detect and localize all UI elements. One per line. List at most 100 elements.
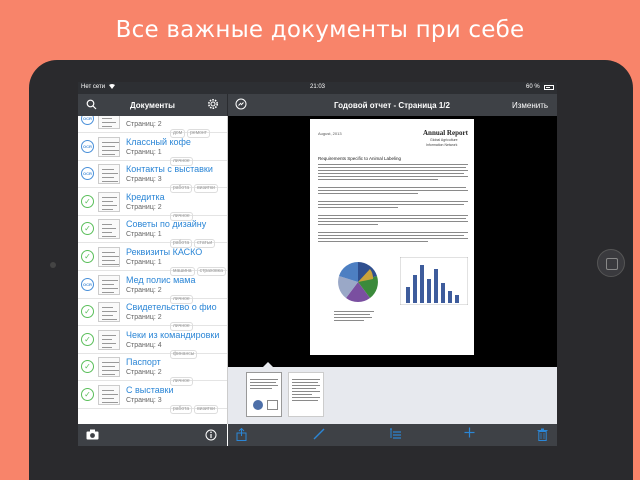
nav-bar: Документы Годовой отчет - Страница 1/2 И… — [78, 94, 557, 116]
page-org-line1: Global Agriculture — [430, 138, 458, 142]
document-row[interactable]: OCR Страниц: 2 дом ремонт — [78, 116, 227, 138]
wifi-icon — [108, 83, 116, 92]
document-page-count: Страниц: 1 — [126, 148, 162, 156]
promo-headline: Все важные документы при себе — [115, 17, 525, 43]
status-bar: Нет сети 21:03 60 % — [78, 82, 557, 94]
document-thumbnail — [98, 136, 120, 157]
document-page-count: Страниц: 4 — [126, 341, 162, 349]
document-thumbnail — [98, 385, 120, 405]
page-date: August, 2013 — [318, 131, 342, 136]
document-row[interactable]: ✓ Паспорт Страниц: 2 личное — [78, 354, 227, 387]
document-tags: работа визитки — [170, 397, 220, 415]
gear-icon[interactable] — [207, 98, 219, 112]
check-icon: ✓ — [81, 305, 94, 319]
search-icon[interactable] — [86, 99, 97, 112]
document-name: Чеки из командировки — [126, 329, 220, 340]
text-line — [318, 238, 468, 239]
pen-icon[interactable] — [313, 428, 325, 442]
document-row[interactable]: OCR Классный кофе Страниц: 1 личное — [78, 134, 227, 166]
text-line — [318, 170, 468, 171]
camera-icon[interactable] — [86, 429, 99, 442]
document-row[interactable]: OCR Мед полис мама Страниц: 2 личное — [78, 272, 227, 304]
document-list: OCR Страниц: 2 дом ремонт OCR Классный кофе Ст… — [78, 116, 228, 424]
document-page-count: Страниц: 2 — [126, 203, 162, 211]
ocr-status-icon: OCR — [81, 116, 94, 125]
document-row[interactable]: ✓ С выставки Страниц: 3 работа визитки — [78, 382, 227, 414]
text-line — [318, 215, 468, 216]
text-line — [318, 232, 468, 233]
page-thumbnail-2[interactable] — [288, 372, 324, 417]
document-page-count: Страниц: 2 — [126, 314, 162, 322]
trash-icon[interactable] — [537, 428, 548, 443]
tag-badge[interactable]: визитки — [194, 405, 218, 414]
document-row[interactable]: ✓ Реквизиты КАСКО Страниц: 1 машина страховк… — [78, 244, 227, 276]
ocr-status-icon: OCR — [81, 167, 94, 181]
battery-text: 60 % — [526, 84, 540, 90]
app-screen: Нет сети 21:03 60 % Документы Годовой от… — [78, 82, 557, 446]
document-row[interactable]: OCR Контакты с выставки Страниц: 3 работа ви… — [78, 161, 227, 194]
text-line — [318, 218, 466, 219]
document-row[interactable]: ✓ Кредитка Страниц: 2 личное — [78, 189, 227, 221]
viewer-toolbar — [228, 424, 557, 446]
document-page-count: Страниц: 1 — [126, 231, 162, 239]
check-icon: ✓ — [81, 222, 94, 236]
page-thumbnails — [228, 362, 557, 424]
sidebar-toolbar — [78, 424, 227, 446]
reorder-icon[interactable] — [389, 428, 402, 442]
text-line — [318, 201, 468, 202]
text-line — [318, 167, 466, 168]
document-name: Советы по дизайну — [126, 219, 207, 230]
document-name: Паспорт — [126, 357, 161, 368]
text-line — [318, 241, 428, 242]
document-name: С выставки — [126, 385, 174, 395]
check-icon: ✓ — [81, 332, 94, 346]
documents-title: Документы — [130, 101, 175, 110]
edit-button[interactable]: Изменить — [512, 101, 548, 110]
text-line — [318, 176, 468, 177]
document-row[interactable]: ✓ Свидетельство о фио Страниц: 2 личное — [78, 299, 227, 332]
page-org-line2: Information Network — [426, 143, 458, 147]
text-line — [318, 193, 418, 194]
document-page: August, 2013 Annual Report Global Agricu… — [310, 119, 474, 355]
page-heading: Requirements Specific to Animal Labeling — [318, 156, 402, 161]
document-viewer[interactable]: August, 2013 Annual Report Global Agricu… — [228, 116, 557, 367]
info-icon[interactable] — [205, 429, 217, 443]
tag-badge[interactable]: работа — [170, 405, 193, 414]
document-page-count: Страниц: 2 — [126, 286, 162, 294]
home-button[interactable] — [597, 249, 625, 277]
share-icon[interactable] — [236, 427, 247, 443]
page-thumbnail-1[interactable] — [246, 372, 282, 417]
ocr-status-icon: OCR — [81, 139, 94, 153]
document-row[interactable]: ✓ Чеки из командировки Страниц: 4 финансы — [78, 327, 227, 359]
document-page-count: Страниц: 1 — [126, 259, 162, 266]
text-line — [318, 190, 468, 191]
text-line — [318, 204, 464, 205]
page-report-title: Annual Report — [423, 129, 468, 137]
back-arrows-icon[interactable] — [235, 98, 247, 112]
legend-line — [334, 317, 372, 318]
legend-line — [334, 311, 374, 312]
document-name: Кредитка — [126, 191, 165, 202]
document-row[interactable]: ✓ Советы по дизайну Страниц: 1 работа статьи — [78, 216, 227, 249]
ipad-camera — [50, 262, 56, 268]
battery-icon — [544, 85, 554, 90]
legend-line — [334, 320, 364, 321]
text-line — [318, 187, 466, 188]
document-thumbnail — [98, 329, 120, 350]
text-line — [318, 235, 464, 236]
bar-figure — [400, 257, 468, 305]
document-name: Контакты с выставки — [126, 164, 213, 175]
document-thumbnail — [98, 116, 120, 129]
selected-page-indicator — [263, 362, 273, 367]
pie-figure — [338, 262, 378, 302]
ocr-status-icon: OCR — [81, 277, 94, 291]
document-name: Мед полис мама — [126, 274, 196, 285]
document-page-count: Страниц: 3 — [126, 176, 162, 184]
check-icon: ✓ — [81, 388, 94, 401]
plus-icon[interactable] — [464, 427, 475, 439]
document-name: Классный кофе — [126, 136, 191, 147]
document-thumbnail — [98, 357, 120, 378]
check-icon: ✓ — [81, 250, 94, 263]
carrier-text: Нет сети — [81, 84, 106, 90]
viewer-title: Годовой отчет - Страница 1/2 — [334, 101, 450, 110]
